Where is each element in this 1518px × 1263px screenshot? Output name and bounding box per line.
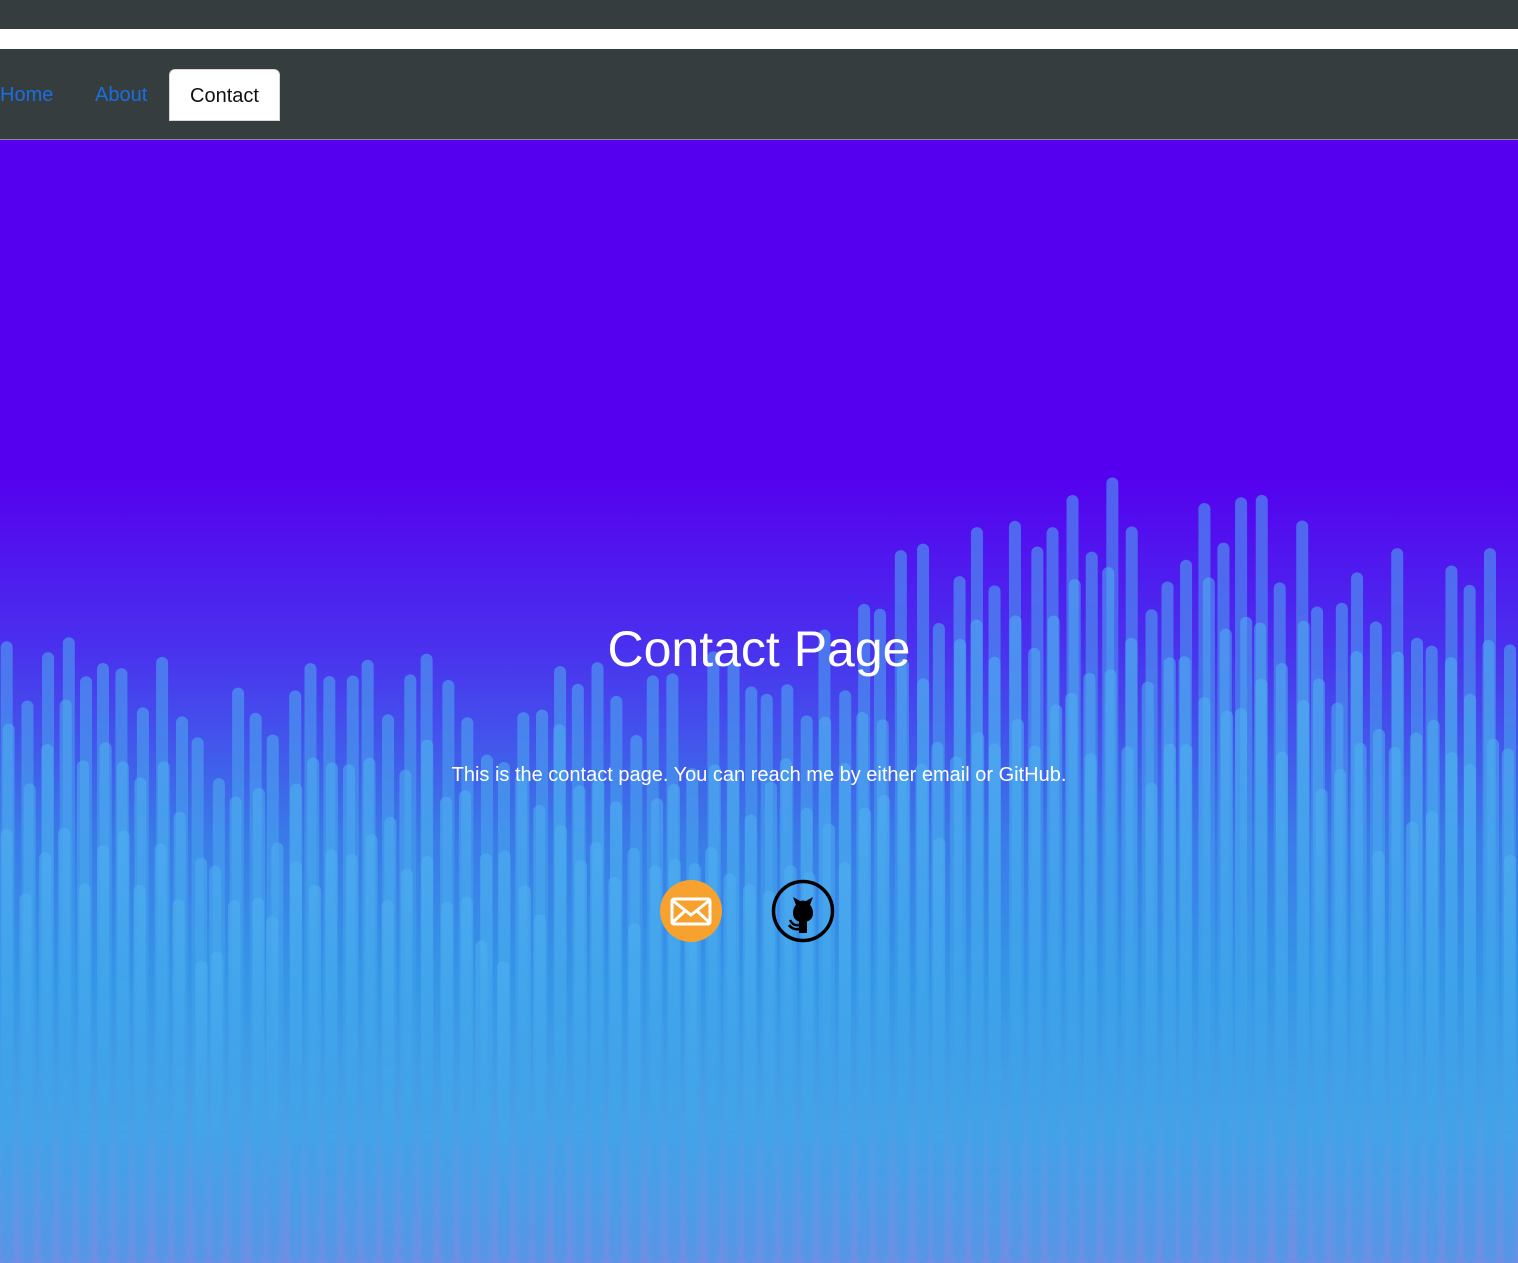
background-bar	[1406, 821, 1419, 1263]
background-bar	[381, 900, 394, 1263]
background-bar	[858, 807, 871, 1263]
background-bar	[497, 961, 510, 1263]
background-bar	[211, 951, 224, 1263]
nav-link-contact[interactable]: Contact	[169, 69, 280, 121]
background-bar	[972, 732, 985, 1263]
background-bar	[266, 916, 279, 1263]
background-bar	[1388, 746, 1401, 1263]
top-strip	[0, 0, 1518, 29]
background-bar	[1504, 854, 1517, 1263]
background-bar	[78, 883, 91, 1263]
background-bar	[1275, 751, 1288, 1263]
background-bar	[1104, 669, 1117, 1263]
background-bar	[39, 852, 52, 1263]
background-bar	[684, 936, 697, 1263]
background-bar	[1487, 738, 1500, 1263]
background-bar	[228, 900, 241, 1263]
background-bar	[475, 940, 488, 1263]
white-gap	[0, 29, 1518, 49]
background-bar	[19, 893, 32, 1263]
background-bar	[421, 855, 434, 1263]
background-bar	[1334, 768, 1347, 1263]
background-bar	[723, 873, 736, 1263]
background-bar	[1315, 788, 1328, 1263]
background-bar	[1235, 708, 1248, 1263]
email-icon	[660, 880, 722, 942]
background-bar	[1050, 704, 1063, 1263]
background-bar	[195, 960, 208, 1263]
background-bar	[628, 922, 641, 1263]
background-bar	[154, 843, 167, 1263]
background-bar	[441, 901, 454, 1263]
background-bar	[1084, 753, 1097, 1263]
background-bar	[1425, 811, 1438, 1263]
background-bar	[1163, 743, 1176, 1263]
background-bar	[1221, 710, 1234, 1263]
background-bar	[133, 884, 146, 1263]
background-bar	[172, 899, 185, 1263]
background-pattern	[0, 477, 1517, 1263]
background-bar	[252, 897, 265, 1263]
background-bar	[608, 876, 621, 1263]
background-bar	[309, 884, 322, 1263]
background-bar	[1145, 782, 1158, 1263]
background-bar	[838, 861, 851, 1263]
background-bar	[763, 890, 776, 1263]
email-link[interactable]	[659, 879, 723, 943]
background-bar	[950, 756, 963, 1263]
background-bar	[1180, 743, 1193, 1263]
background-bar	[933, 837, 946, 1263]
background-bar	[1445, 752, 1458, 1263]
background-bar	[97, 845, 110, 1263]
background-bar	[1121, 746, 1134, 1263]
background-bar	[915, 763, 928, 1263]
navbar: Home About Contact	[0, 49, 1518, 140]
background-bar	[117, 830, 130, 1263]
background-bar	[1463, 764, 1476, 1263]
background-bar	[589, 841, 602, 1263]
background-bar	[988, 743, 1001, 1263]
background-bar	[1372, 850, 1385, 1263]
background-bar	[1011, 718, 1024, 1263]
background-bar	[365, 833, 378, 1263]
background-bar	[0, 829, 13, 1263]
background-bar	[325, 848, 338, 1263]
github-link[interactable]	[771, 879, 835, 943]
background-bar	[345, 853, 358, 1263]
nav-link-about[interactable]: About	[95, 71, 147, 119]
hero-section: Contact Page This is the contact page. Y…	[0, 140, 1518, 1263]
background-bar	[898, 774, 911, 1263]
background-bar	[460, 896, 473, 1263]
page-title: Contact Page	[607, 621, 911, 677]
background-bar	[1028, 745, 1041, 1263]
background-bar	[289, 861, 302, 1263]
background-bar	[554, 825, 567, 1263]
background-bar	[574, 859, 587, 1263]
background-bar	[743, 884, 756, 1263]
nav-link-home[interactable]: Home	[0, 71, 53, 119]
page-description: This is the contact page. You can reach …	[451, 764, 1067, 786]
background-bar	[1354, 742, 1367, 1263]
github-icon	[771, 879, 835, 943]
background-bar	[58, 827, 71, 1263]
background-bar	[877, 795, 890, 1263]
background-bar	[533, 914, 546, 1263]
background-bar	[400, 868, 413, 1263]
background-bar	[518, 885, 531, 1263]
